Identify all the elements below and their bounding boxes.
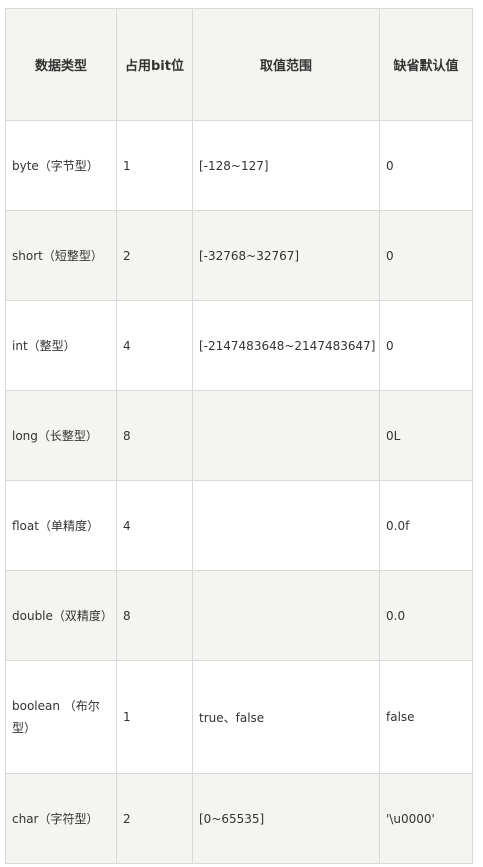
data-types-table: 数据类型 占用bit位 取值范围 缺省默认值 byte（字节型） 1 [-128… bbox=[5, 8, 473, 864]
cell-range: true、false bbox=[192, 660, 380, 774]
cell-default: 0.0 bbox=[379, 570, 473, 661]
header-data-type: 数据类型 bbox=[5, 8, 117, 121]
table-header-row: 数据类型 占用bit位 取值范围 缺省默认值 bbox=[5, 8, 473, 121]
cell-bits: 1 bbox=[116, 660, 193, 774]
cell-bits: 8 bbox=[116, 570, 193, 661]
cell-bits: 2 bbox=[116, 773, 193, 864]
table-row: long（长整型） 8 0L bbox=[5, 390, 473, 481]
cell-range: [-128~127] bbox=[192, 120, 380, 211]
cell-range: [-32768~32767] bbox=[192, 210, 380, 301]
cell-type: byte（字节型） bbox=[5, 120, 117, 211]
cell-type: char（字符型） bbox=[5, 773, 117, 864]
cell-default: 0 bbox=[379, 120, 473, 211]
cell-type: float（单精度） bbox=[5, 480, 117, 571]
table-row: byte（字节型） 1 [-128~127] 0 bbox=[5, 120, 473, 211]
cell-default: '\u0000' bbox=[379, 773, 473, 864]
cell-type: int（整型） bbox=[5, 300, 117, 391]
cell-range: [0~65535] bbox=[192, 773, 380, 864]
cell-bits: 8 bbox=[116, 390, 193, 481]
table-row: boolean （布尔型） 1 true、false false bbox=[5, 660, 473, 774]
cell-default: 0 bbox=[379, 210, 473, 301]
cell-bits: 2 bbox=[116, 210, 193, 301]
header-default: 缺省默认值 bbox=[379, 8, 473, 121]
table-row: double（双精度） 8 0.0 bbox=[5, 570, 473, 661]
cell-range bbox=[192, 480, 380, 571]
header-range: 取值范围 bbox=[192, 8, 380, 121]
cell-bits: 4 bbox=[116, 300, 193, 391]
cell-default: false bbox=[379, 660, 473, 774]
cell-type: double（双精度） bbox=[5, 570, 117, 661]
cell-default: 0 bbox=[379, 300, 473, 391]
header-bits: 占用bit位 bbox=[116, 8, 193, 121]
cell-bits: 1 bbox=[116, 120, 193, 211]
cell-range bbox=[192, 390, 380, 481]
cell-default: 0L bbox=[379, 390, 473, 481]
cell-range bbox=[192, 570, 380, 661]
cell-bits: 4 bbox=[116, 480, 193, 571]
cell-type: boolean （布尔型） bbox=[5, 660, 117, 774]
cell-type: long（长整型） bbox=[5, 390, 117, 481]
table-row: int（整型） 4 [-2147483648~2147483647] 0 bbox=[5, 300, 473, 391]
cell-range: [-2147483648~2147483647] bbox=[192, 300, 380, 391]
table-row: float（单精度） 4 0.0f bbox=[5, 480, 473, 571]
table-row: short（短整型） 2 [-32768~32767] 0 bbox=[5, 210, 473, 301]
cell-type: short（短整型） bbox=[5, 210, 117, 301]
cell-default: 0.0f bbox=[379, 480, 473, 571]
table-row: char（字符型） 2 [0~65535] '\u0000' bbox=[5, 773, 473, 864]
